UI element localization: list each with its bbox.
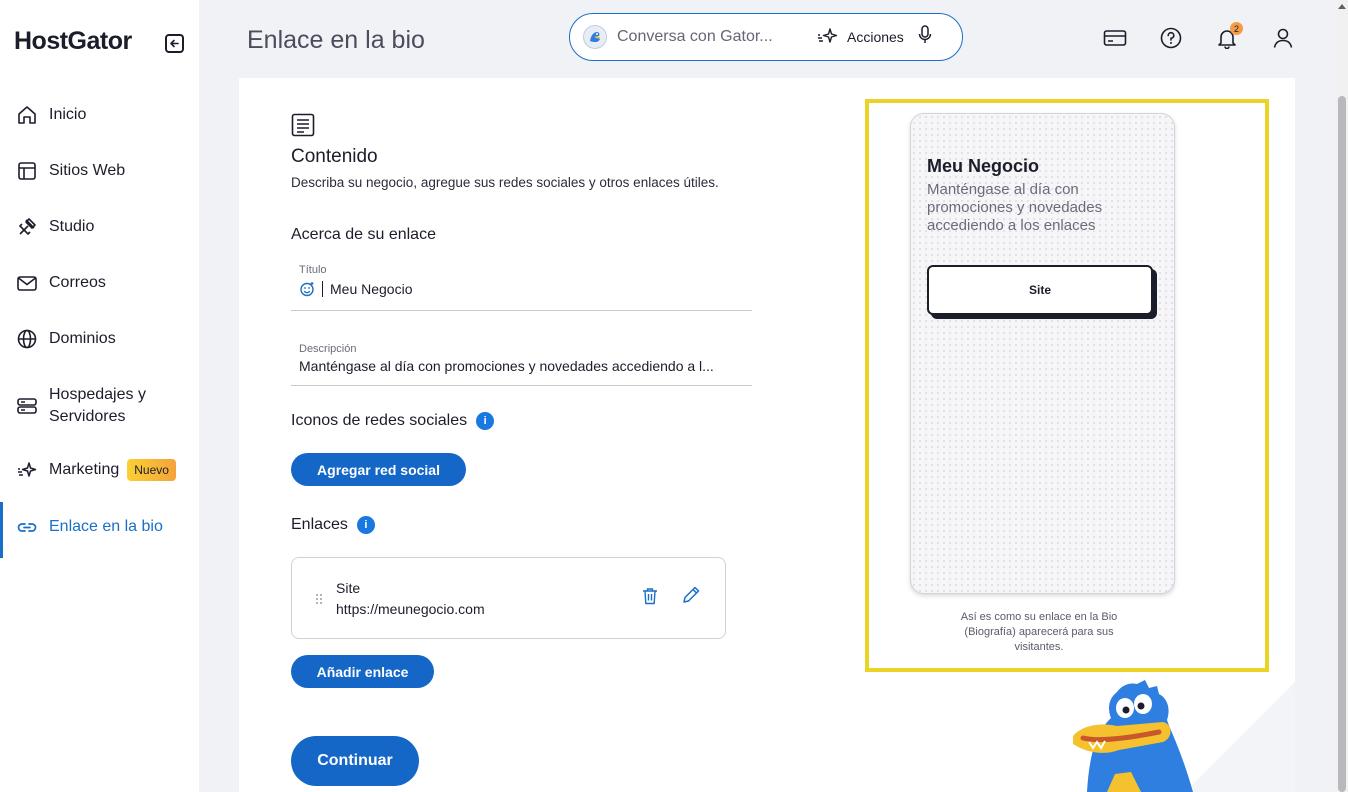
title-field-label: Título (299, 264, 327, 276)
description-field-label: Descripción (299, 343, 357, 355)
continue-button[interactable]: Continuar (291, 736, 419, 786)
sidebar-item-marketing[interactable]: Marketing Nuevo (0, 459, 199, 481)
sidebar-item-enlace-bio[interactable]: Enlace en la bio (0, 502, 199, 558)
add-link-button[interactable]: Añadir enlace (291, 655, 434, 688)
text-cursor (322, 281, 323, 297)
add-social-button[interactable]: Agregar red social (291, 453, 466, 486)
globe-icon (16, 328, 38, 350)
link-url: https://meunegocio.com (336, 601, 485, 617)
links-heading: Enlaces i (291, 516, 375, 534)
emoji-picker-icon[interactable] (299, 281, 315, 297)
sidebar-item-sitios-web[interactable]: Sitios Web (0, 160, 199, 182)
sparkle-icon (16, 459, 38, 481)
drag-handle-icon[interactable] (315, 592, 323, 610)
actions-label: Acciones (847, 29, 904, 45)
section-title: Contenido (291, 146, 378, 167)
user-icon[interactable] (1271, 26, 1295, 50)
sidebar-item-correos[interactable]: Correos (0, 272, 199, 294)
sparkle-icon (818, 28, 838, 43)
section-description: Describa su negocio, agregue sus redes s… (291, 175, 719, 190)
microphone-icon[interactable] (918, 24, 932, 50)
links-heading-label: Enlaces (291, 516, 348, 534)
gator-chat-box[interactable]: Conversa con Gator... Acciones (569, 13, 963, 61)
description-field[interactable]: Descripción Manténgase al día con promoc… (291, 343, 752, 386)
sidebar-item-hospedajes[interactable]: Hospedajes y Servidores (0, 384, 199, 428)
main-content: Contenido Describa su negocio, agregue s… (239, 78, 1295, 792)
new-badge: Nuevo (127, 459, 176, 481)
page-title: Enlace en la bio (247, 26, 425, 54)
bell-icon[interactable]: 2 (1215, 22, 1243, 50)
sidebar-item-label: Enlace en la bio (49, 518, 163, 535)
hostgator-logo[interactable]: HostGator (14, 27, 132, 56)
scrollbar-thumb[interactable] (1338, 96, 1346, 792)
tools-icon (16, 216, 38, 238)
page-scrollbar[interactable] (1336, 0, 1348, 792)
server-icon (16, 395, 38, 417)
link-icon (16, 516, 38, 538)
sidebar-item-inicio[interactable]: Inicio (0, 104, 199, 126)
social-heading-label: Iconos de redes sociales (291, 412, 468, 430)
sidebar-item-dominios[interactable]: Dominios (0, 328, 199, 350)
trash-icon[interactable] (642, 587, 658, 610)
link-item[interactable]: Site https://meunegocio.com (291, 557, 726, 639)
corner-decoration (1185, 682, 1295, 792)
billing-card-icon[interactable] (1103, 26, 1127, 50)
pencil-icon[interactable] (681, 585, 701, 610)
preview-caption: Así es como su enlace en la Bio (Biograf… (960, 611, 1118, 653)
arrow-left-icon (170, 39, 179, 48)
layout-icon (16, 160, 38, 182)
home-icon (16, 104, 38, 126)
gator-avatar-icon (583, 25, 607, 49)
sidebar-item-label: Marketing (49, 461, 120, 478)
sidebar-item-studio[interactable]: Studio (0, 216, 199, 238)
description-input[interactable]: Manténgase al día con promociones y nove… (291, 358, 752, 374)
preview-link-button: Site (927, 265, 1153, 315)
sidebar: HostGator Inicio Sitios Web Studio Corre… (0, 0, 199, 792)
bio-preview-panel: Meu Negocio Manténgase al día con promoc… (865, 99, 1269, 672)
preview-title: Meu Negocio (927, 156, 1040, 176)
phone-mockup: Meu Negocio Manténgase al día con promoc… (910, 113, 1175, 594)
document-icon (291, 113, 315, 142)
sidebar-item-label: Correos (49, 274, 106, 291)
social-heading: Iconos de redes sociales i (291, 412, 495, 430)
preview-description: Manténgase al día con promociones y nove… (927, 181, 1103, 234)
about-heading: Acerca de su enlace (291, 226, 436, 243)
sidebar-item-label: Inicio (49, 106, 87, 123)
mail-icon (16, 272, 38, 294)
help-icon[interactable] (1159, 26, 1183, 50)
scroll-up-arrow-icon[interactable] (1338, 4, 1346, 9)
sidebar-item-label: Sitios Web (49, 162, 126, 179)
search-input[interactable]: Conversa con Gator... (617, 28, 807, 46)
title-field-row: Meu Negocio (291, 281, 752, 297)
actions-button[interactable]: Acciones (817, 27, 904, 47)
collapse-sidebar-button[interactable] (165, 34, 184, 53)
info-icon[interactable]: i (356, 516, 375, 534)
link-name: Site (336, 580, 361, 596)
sidebar-item-label: Dominios (49, 330, 116, 347)
title-input[interactable]: Meu Negocio (330, 281, 413, 297)
sidebar-item-label: Studio (49, 218, 95, 235)
title-field[interactable]: Título Meu Negocio (291, 264, 752, 311)
info-icon[interactable]: i (476, 412, 495, 430)
gator-mascot-icon (1073, 680, 1193, 792)
notification-count-badge: 2 (1230, 22, 1243, 35)
sidebar-item-label: Hospedajes y Servidores (49, 386, 146, 425)
